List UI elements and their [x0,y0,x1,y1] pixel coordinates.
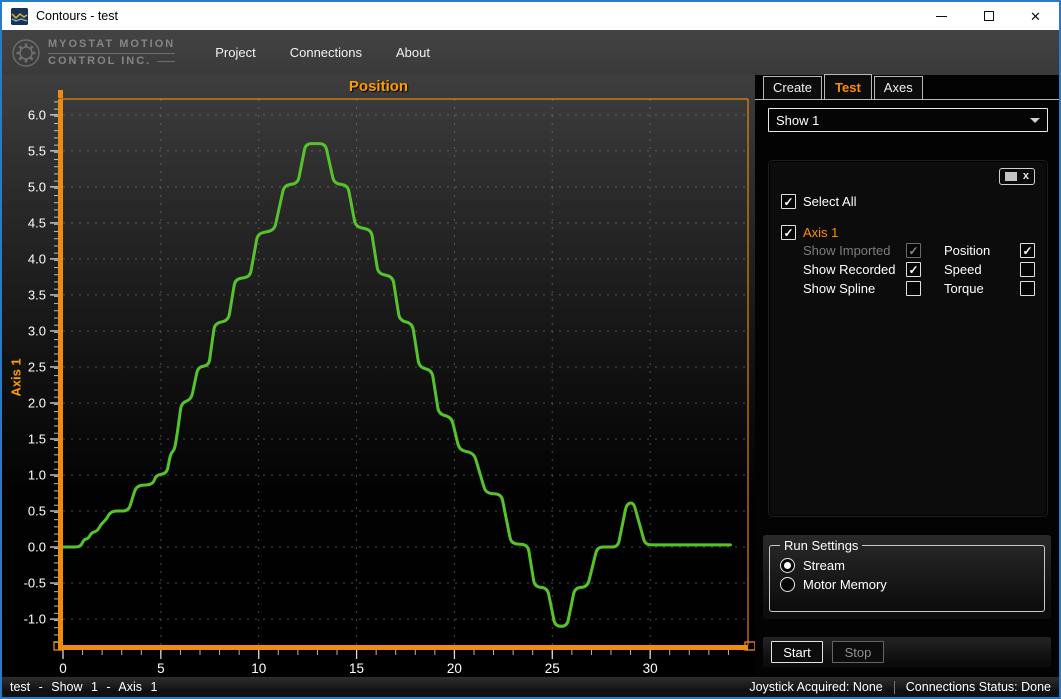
torque-label: Torque [936,281,1014,296]
title-bar: Contours - test ✕ [2,2,1059,30]
menu-item-about[interactable]: About [386,39,440,66]
app-icon [11,8,28,25]
x-tick-label: 25 [545,661,560,676]
motor-memory-radio[interactable] [780,577,795,592]
speed-checkbox[interactable] [1020,262,1035,277]
brand-rule [157,61,175,62]
axis1-checkbox[interactable] [781,225,796,240]
y-tick-label: 4.0 [28,251,46,266]
tab-create[interactable]: Create [763,76,822,99]
menu-item-connections[interactable]: Connections [280,39,372,66]
run-settings-strip: Run Settings Stream Motor Memory [763,535,1051,619]
chart-region: Position Axis 1 -1.0 -0.5 0.0 0.5 1.0 1.5 2.0 2… [2,75,755,676]
chart-y-axis-label: Axis 1 [9,348,24,408]
status-connections: Connections Status: Done [906,680,1051,694]
stop-button[interactable]: Stop [832,641,884,663]
status-divider [894,681,895,694]
status-breadcrumb: test - Show 1 - Axis 1 [10,680,157,694]
chart-title: Position [2,78,755,95]
motor-memory-label: Motor Memory [803,577,887,592]
y-tick-label: 2.5 [28,359,46,374]
show-selector-dropdown[interactable]: Show 1 [768,108,1048,132]
y-tick-label: 2.0 [28,395,46,410]
show-selector-value: Show 1 [776,113,1030,128]
show-imported-checkbox[interactable] [906,243,921,258]
y-tick-label: -0.5 [24,576,46,591]
minimize-button[interactable] [918,2,965,30]
action-button-strip: Start Stop [763,637,1051,667]
run-settings-legend: Run Settings [780,538,862,553]
y-tick-label: 3.5 [28,287,46,302]
menu-bar: MYOSTAT MOTION CONTROL INC. Project Conn… [2,30,1059,75]
position-checkbox[interactable] [1020,243,1035,258]
maximize-button[interactable] [965,2,1012,30]
app-window: Contours - test ✕ MYOSTAT MOTION [0,0,1061,699]
tab-axes[interactable]: Axes [874,76,923,99]
show-recorded-label: Show Recorded [803,262,900,277]
start-button[interactable]: Start [771,641,823,663]
x-tick-label: 30 [643,661,658,676]
show-spline-checkbox[interactable] [906,281,921,296]
x-tick-label: 0 [59,661,67,676]
y-tick-label: 0.5 [28,504,46,519]
y-tick-label: 4.5 [28,215,46,230]
brand-name-line1: MYOSTAT MOTION [48,38,175,54]
x-tick-label: 5 [157,661,165,676]
x-tick-label: 10 [251,661,266,676]
torque-checkbox[interactable] [1020,281,1035,296]
y-tick-label: 6.0 [28,107,46,122]
run-settings-group: Run Settings Stream Motor Memory [769,538,1045,612]
x-tick-label: 20 [447,661,462,676]
status-bar: test - Show 1 - Axis 1 Joystick Acquired… [2,676,1059,697]
y-tick-label: 1.5 [28,431,46,446]
position-chart: -1.0 -0.5 0.0 0.5 1.0 1.5 2.0 2.5 3.0 3.5 4.0 4.5 5.… [2,75,755,676]
y-tick-label: 5.0 [28,179,46,194]
minimize-icon [936,16,947,17]
y-tick-label: 5.5 [28,143,46,158]
close-button[interactable]: ✕ [1012,2,1059,30]
panel-close-icon[interactable]: x [1023,171,1029,182]
show-recorded-checkbox[interactable] [906,262,921,277]
series-selection-panel: x Select All Axis 1 Show Imported Positi… [768,160,1048,517]
tab-test[interactable]: Test [824,74,872,99]
y-tick-label: 3.0 [28,323,46,338]
panel-window-buttons[interactable]: x [999,168,1035,185]
menu-item-project[interactable]: Project [205,39,265,66]
maximize-icon [984,11,994,21]
speed-label: Speed [936,262,1014,277]
chevron-down-icon [1030,118,1040,123]
status-joystick: Joystick Acquired: None [749,680,882,694]
brand-name-line2: CONTROL INC. [48,55,151,68]
axis1-label: Axis 1 [803,225,838,240]
select-all-checkbox[interactable] [781,194,796,209]
y-tick-label: 0.0 [28,540,46,555]
window-title: Contours - test [36,9,118,23]
side-panel: Create Test Axes Show 1 x Select All [755,75,1059,676]
show-spline-label: Show Spline [803,281,900,296]
y-axis-bar [58,99,63,645]
show-imported-label: Show Imported [803,243,900,258]
panel-restore-icon[interactable] [1005,172,1017,181]
x-tick-label: 15 [349,661,364,676]
tab-row: Create Test Axes [755,75,1059,100]
position-label: Position [936,243,1014,258]
stream-label: Stream [803,558,845,573]
select-all-label: Select All [803,194,856,209]
gear-icon [10,37,42,69]
y-tick-label: 1.0 [28,468,46,483]
y-tick-label: -1.0 [24,612,46,627]
brand-logo: MYOSTAT MOTION CONTROL INC. [10,37,175,69]
close-icon: ✕ [1030,10,1041,23]
position-curve [63,144,730,627]
main-menu: Project Connections About [205,39,440,66]
x-axis-bar [58,645,748,650]
stream-radio[interactable] [780,558,795,573]
